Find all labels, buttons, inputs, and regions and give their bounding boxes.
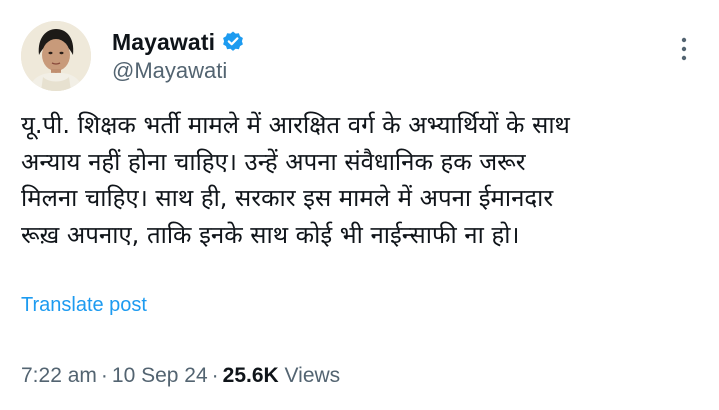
post-meta: 7:22 am · 10 Sep 24 · 25.6K Views bbox=[21, 364, 340, 388]
post-time[interactable]: 7:22 am bbox=[21, 364, 97, 387]
avatar[interactable] bbox=[21, 21, 91, 91]
meta-separator: · bbox=[211, 364, 219, 387]
post-date[interactable]: 10 Sep 24 bbox=[112, 364, 208, 387]
display-name[interactable]: Mayawati bbox=[112, 29, 215, 56]
avatar-image bbox=[21, 21, 91, 91]
post-text: यू.पी. शिक्षक भर्ती मामले में आरक्षित वर… bbox=[21, 107, 701, 253]
post-text-line: मिलना चाहिए। साथ ही, सरकार इस मामले में … bbox=[21, 184, 554, 212]
views-label: Views bbox=[284, 364, 341, 387]
more-options-icon[interactable] bbox=[676, 36, 692, 62]
tweet-card: Mayawati @Mayawati यू.पी. शिक्षक भर्ती म… bbox=[0, 0, 719, 410]
post-text-line: रूख़ अपनाए, ताकि इनके साथ कोई भी नाईन्सा… bbox=[21, 220, 520, 249]
post-text-line: यू.पी. शिक्षक भर्ती मामले में आरक्षित वर… bbox=[21, 111, 570, 139]
author-handle[interactable]: @Mayawati bbox=[112, 58, 227, 84]
translate-post-link[interactable]: Translate post bbox=[21, 294, 147, 317]
meta-separator: · bbox=[100, 364, 108, 387]
verified-badge-icon bbox=[221, 30, 245, 54]
post-text-line: अन्याय नहीं होना चाहिए। उन्हें अपना संवै… bbox=[21, 147, 526, 176]
author-name-row[interactable]: Mayawati bbox=[112, 26, 245, 58]
views-count[interactable]: 25.6K bbox=[223, 364, 279, 387]
